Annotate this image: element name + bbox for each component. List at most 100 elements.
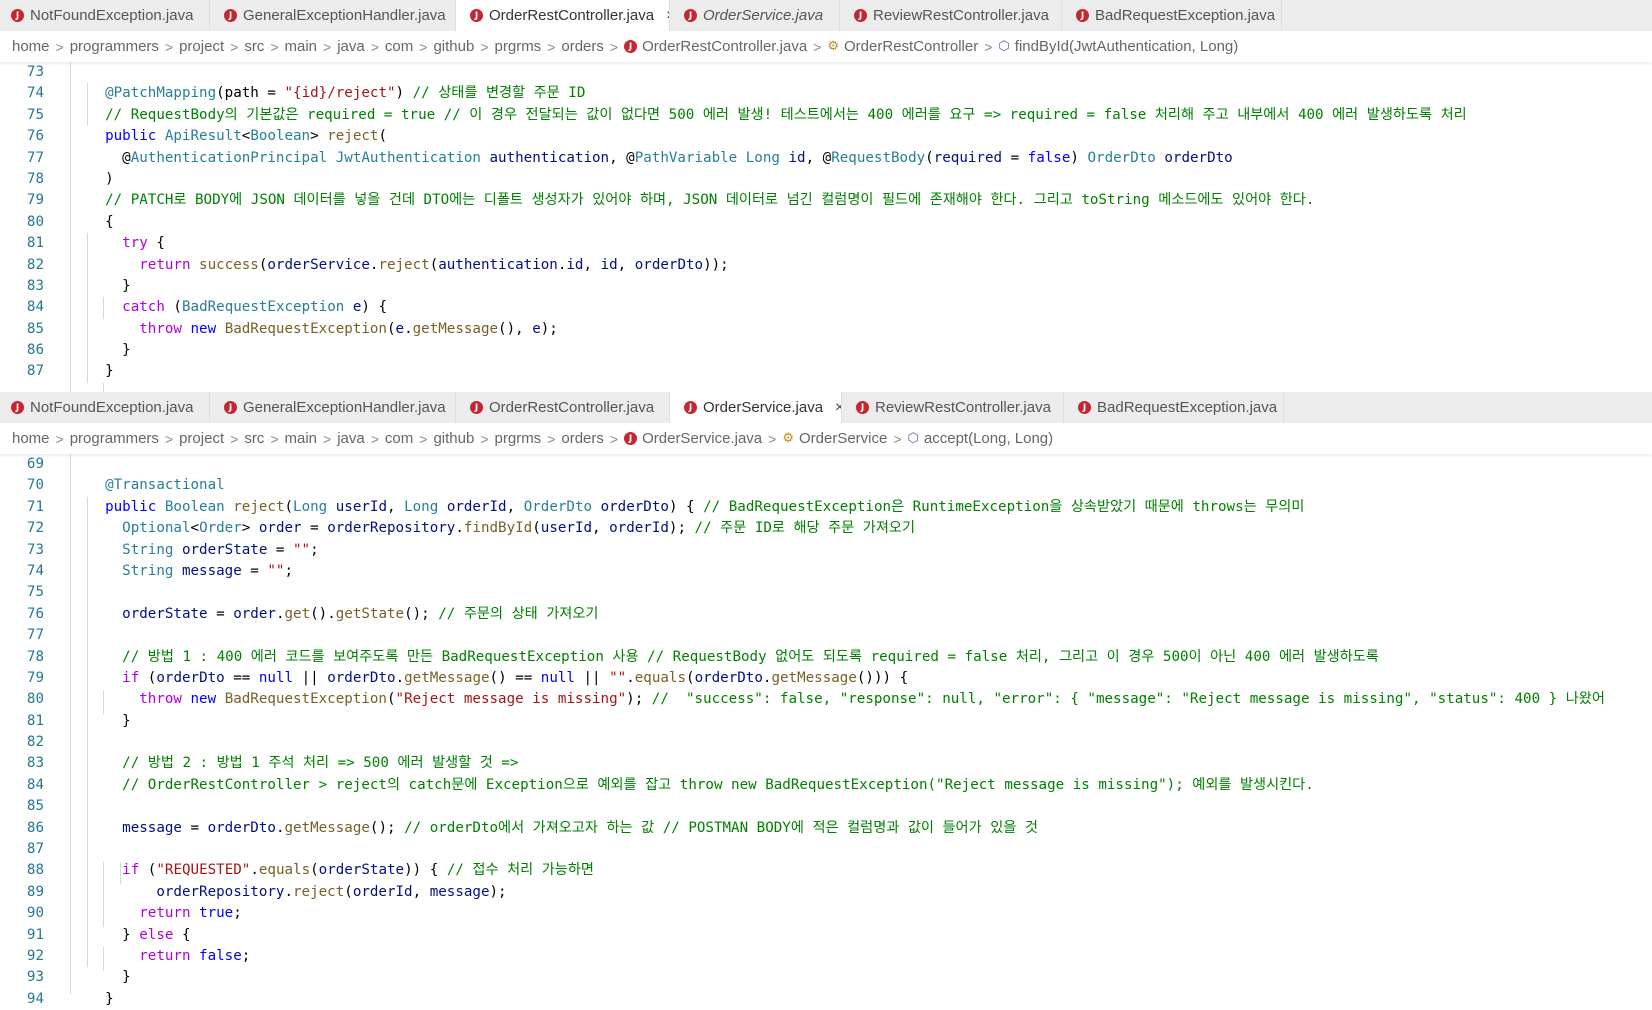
breadcrumb-folder[interactable]: orders	[561, 38, 604, 55]
tab-generalexceptionhandler[interactable]: J GeneralExceptionHandler.java	[210, 392, 456, 423]
tab-label: GeneralExceptionHandler.java	[243, 399, 446, 416]
code-token: @PatchMapping	[105, 85, 217, 102]
breadcrumb-file[interactable]: J OrderRestController.java	[624, 38, 807, 55]
breadcrumb-separator: >	[370, 38, 379, 55]
code-text: orderState = order.get().getState(); // …	[88, 604, 598, 625]
tab-notfoundexception[interactable]: J NotFoundException.java	[0, 0, 210, 31]
breadcrumb-class[interactable]: ⚙ OrderRestController	[827, 38, 978, 55]
breadcrumb-separator: >	[480, 430, 489, 447]
breadcrumb-folder[interactable]: prgrms	[495, 430, 542, 447]
code-token: null	[540, 669, 575, 686]
code-token: .	[455, 520, 464, 537]
java-file-icon: J	[854, 9, 867, 22]
indent-guide	[87, 497, 88, 967]
breadcrumb-folder[interactable]: com	[385, 430, 413, 447]
code-token: orderDto	[156, 669, 225, 686]
tab-reviewrestcontroller[interactable]: J ReviewRestController.java	[842, 392, 1064, 423]
code-token: reject	[293, 883, 345, 900]
line-number: 93	[26, 969, 44, 986]
code-token: (	[686, 669, 695, 686]
indent-guide	[103, 947, 104, 971]
breadcrumb-folder[interactable]: home	[12, 430, 50, 447]
breadcrumb-folder[interactable]: src	[244, 38, 264, 55]
breadcrumb-folder[interactable]: java	[337, 430, 365, 447]
tab-orderrestcontroller[interactable]: J OrderRestController.java	[456, 392, 670, 423]
java-file-icon: J	[1078, 401, 1091, 414]
code-text: @AuthenticationPrincipal JwtAuthenticati…	[88, 148, 1233, 169]
code-token: ;	[241, 947, 251, 964]
code-text: if ("REQUESTED".equals(orderState)) { //…	[88, 860, 594, 881]
code-token: else	[139, 926, 174, 943]
code-token: // RequestBody의 기본값은 required = true // …	[105, 106, 1467, 123]
breadcrumb-separator: >	[893, 430, 902, 447]
breadcrumb-folder[interactable]: github	[433, 38, 474, 55]
breadcrumb-class[interactable]: ⚙ OrderService	[782, 430, 887, 447]
code-token: ())) {	[856, 669, 909, 686]
breadcrumb-folder[interactable]: com	[385, 38, 413, 55]
line-number: 71	[26, 498, 44, 515]
code-token: true	[199, 905, 234, 922]
breadcrumb-folder[interactable]: java	[337, 38, 365, 55]
breadcrumb-folder[interactable]: github	[433, 430, 474, 447]
breadcrumb-folder[interactable]: main	[285, 38, 318, 55]
line-number: 83	[26, 755, 44, 772]
breadcrumb-folder[interactable]: programmers	[70, 38, 159, 55]
code-line: 75 // RequestBody의 기본값은 required = true …	[0, 105, 1652, 126]
breadcrumb-separator: >	[984, 38, 993, 55]
code-token: success	[199, 256, 259, 273]
code-token: ,	[592, 520, 610, 537]
code-line: 77 @AuthenticationPrincipal JwtAuthentic…	[0, 148, 1652, 169]
code-token: // PATCH로 BODY에 JSON 데이터를 넣을 건데 DTO에는 디폴…	[105, 192, 1315, 209]
line-number: 85	[26, 798, 44, 815]
code-text: }	[88, 989, 114, 1010]
indent-guide	[103, 862, 104, 927]
tab-reviewrestcontroller[interactable]: J ReviewRestController.java	[840, 0, 1062, 31]
breadcrumb-folder[interactable]: main	[285, 430, 318, 447]
breadcrumb-file[interactable]: J OrderService.java	[624, 430, 762, 447]
breadcrumb-method[interactable]: ⬡ accept(Long, Long)	[908, 430, 1054, 447]
breadcrumb-method-label: accept(Long, Long)	[923, 430, 1054, 447]
breadcrumb-folder[interactable]: prgrms	[495, 38, 542, 55]
breadcrumb-separator: >	[270, 430, 279, 447]
tab-badrequestexception[interactable]: J BadRequestException.java	[1064, 392, 1284, 423]
breadcrumb-method[interactable]: ⬡ findById(JwtAuthentication, Long)	[998, 38, 1238, 55]
breadcrumb-separator: >	[55, 430, 64, 447]
breadcrumb-folder[interactable]: project	[179, 430, 224, 447]
tab-orderservice[interactable]: J OrderService.java	[670, 0, 840, 31]
breadcrumb-folder[interactable]: project	[179, 38, 224, 55]
tab-bar-bottom: J NotFoundException.java J GeneralExcept…	[0, 392, 1652, 423]
code-token: getMessage	[412, 320, 499, 337]
code-text: }	[88, 967, 131, 988]
code-token: e	[532, 320, 541, 337]
tab-badrequestexception[interactable]: J BadRequestException.java	[1062, 0, 1282, 31]
code-token: @	[88, 149, 131, 166]
code-token: .	[395, 669, 405, 686]
code-token: Long	[293, 498, 328, 515]
breadcrumb-folder[interactable]: src	[244, 430, 264, 447]
tab-orderservice[interactable]: J OrderService.java ×	[670, 392, 842, 423]
tab-label: NotFoundException.java	[30, 399, 194, 416]
tab-label: NotFoundException.java	[30, 7, 194, 24]
breadcrumb-folder[interactable]: home	[12, 38, 50, 55]
code-editor[interactable]: 73 74 @PatchMapping(path = "{id}/reject")…	[0, 62, 1652, 392]
breadcrumb: home > programmers > project > src > main > java > c…	[0, 31, 1652, 62]
tab-generalexceptionhandler[interactable]: J GeneralExceptionHandler.java	[210, 0, 456, 31]
breadcrumb-folder[interactable]: programmers	[70, 430, 159, 447]
tab-orderrestcontroller[interactable]: J OrderRestController.java ×	[456, 0, 670, 31]
close-icon[interactable]: ×	[835, 399, 841, 417]
tab-notfoundexception[interactable]: J NotFoundException.java	[0, 392, 210, 423]
breadcrumb-folder[interactable]: orders	[561, 430, 604, 447]
code-token: orderDto	[634, 256, 704, 273]
code-line: 90 return true;	[0, 903, 1652, 924]
code-editor[interactable]: 69 70 @Transactional 71 public Boolean rej…	[0, 454, 1652, 1010]
code-token: equals	[634, 669, 687, 686]
code-token: reject	[378, 256, 430, 273]
code-token: <	[190, 520, 200, 537]
line-number: 83	[26, 277, 44, 294]
code-line: 82 return success(orderService.reject(au…	[0, 255, 1652, 276]
